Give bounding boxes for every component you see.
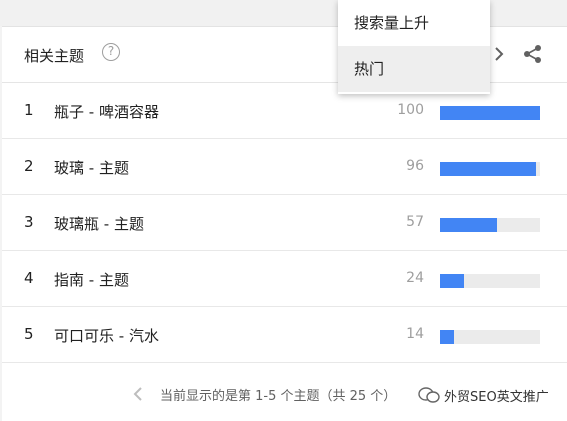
topic-row[interactable]: 2 玻璃 - 主题 96 (2, 139, 567, 195)
interest-bar-track (440, 162, 540, 176)
topic-rank: 4 (24, 269, 34, 287)
topic-value: 14 (406, 326, 424, 342)
topic-name[interactable]: 指南 - 主题 (54, 269, 129, 290)
interest-bar-track (440, 218, 540, 232)
topic-value: 100 (397, 102, 424, 118)
topic-row[interactable]: 3 玻璃瓶 - 主题 57 (2, 195, 567, 251)
interest-bar-fill (440, 106, 540, 120)
chevron-right-icon[interactable] (492, 44, 506, 64)
interest-bar-fill (440, 162, 536, 176)
topic-name[interactable]: 可口可乐 - 汽水 (54, 325, 159, 346)
card-title: 相关主题 (24, 47, 85, 65)
sort-dropdown-menu: 搜索量上升 热门 (338, 0, 490, 94)
topic-value: 24 (406, 270, 424, 286)
topic-rank: 2 (24, 157, 34, 175)
interest-bar-fill (440, 274, 464, 288)
pagination-text: 当前显示的是第 1-5 个主题（共 25 个） (160, 389, 397, 404)
chevron-left-icon[interactable] (132, 385, 144, 403)
menu-item-label: 热门 (354, 60, 385, 78)
topic-value: 57 (406, 214, 424, 230)
topic-row[interactable]: 4 指南 - 主题 24 (2, 251, 567, 307)
interest-bar-fill (440, 330, 454, 344)
topic-rank: 1 (24, 101, 34, 119)
watermark: 外贸SEO英文推广 (414, 381, 553, 409)
menu-item-label: 搜索量上升 (354, 14, 430, 32)
topic-name[interactable]: 瓶子 - 啤酒容器 (54, 101, 159, 122)
topic-name[interactable]: 玻璃 - 主题 (54, 157, 129, 178)
interest-bar-track (440, 274, 540, 288)
topic-rank: 3 (24, 213, 34, 231)
interest-bar-track (440, 330, 540, 344)
pagination-footer: 当前显示的是第 1-5 个主题（共 25 个） 外贸SEO英文推广 (2, 369, 567, 421)
help-icon[interactable]: ? (102, 43, 120, 61)
topic-name[interactable]: 玻璃瓶 - 主题 (54, 213, 144, 234)
topic-rank: 5 (24, 325, 34, 343)
topic-value: 96 (406, 158, 424, 174)
menu-item-top[interactable]: 热门 (338, 46, 490, 92)
menu-item-rising[interactable]: 搜索量上升 (338, 0, 490, 46)
wechat-logo-icon (418, 387, 440, 403)
watermark-text: 外贸SEO英文推广 (444, 389, 549, 405)
topic-row[interactable]: 5 可口可乐 - 汽水 14 (2, 307, 567, 363)
interest-bar-track (440, 106, 540, 120)
interest-bar-fill (440, 218, 497, 232)
share-icon[interactable] (522, 43, 544, 65)
